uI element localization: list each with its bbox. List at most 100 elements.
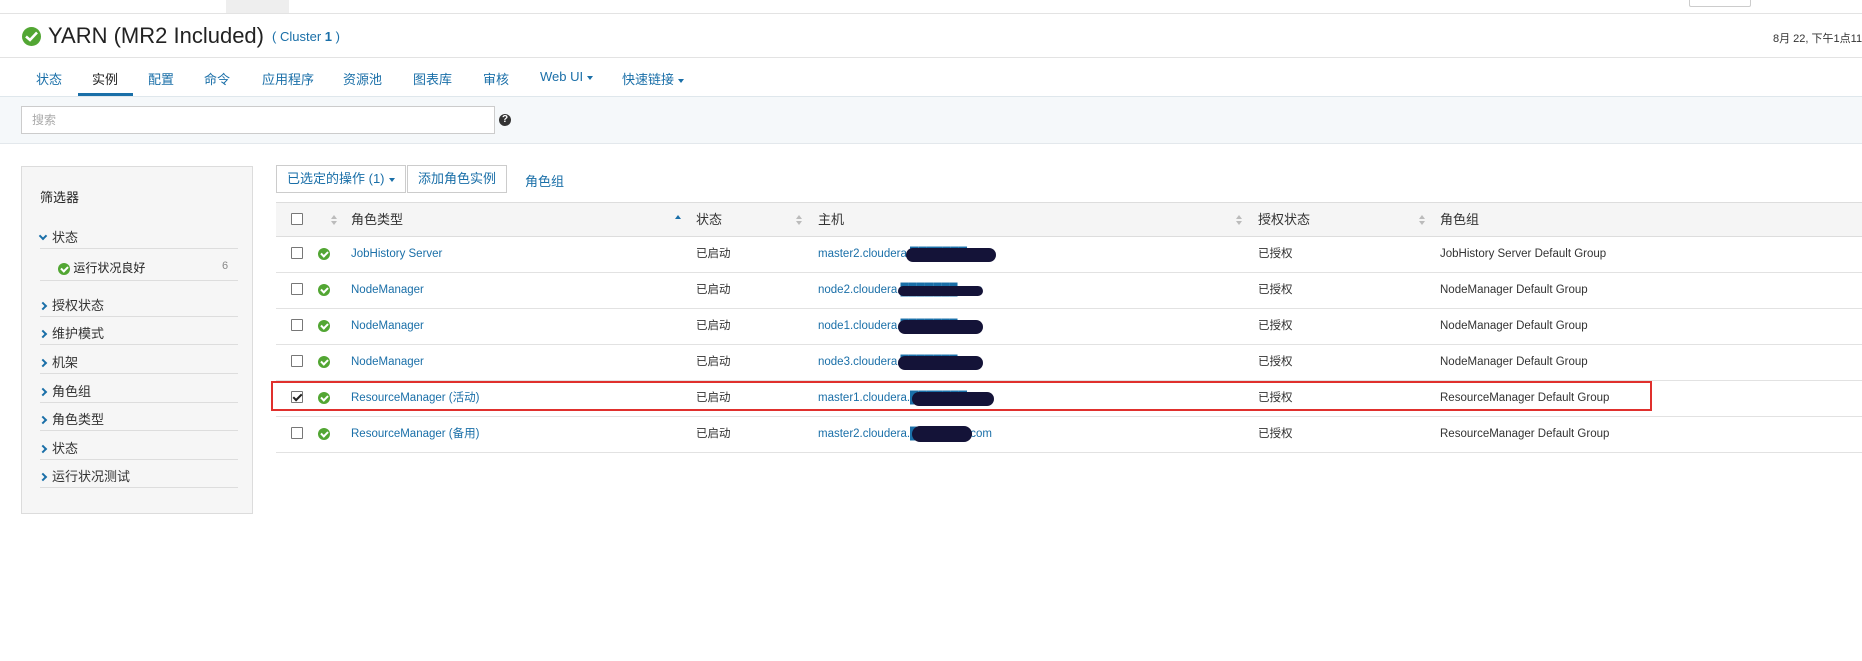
filter-title: 筛选器: [40, 190, 80, 205]
chevron-right-icon: [38, 358, 48, 368]
authorization-text: 已授权: [1258, 428, 1293, 440]
healthy-status-icon: [318, 273, 330, 308]
role-group-text: NodeManager Default Group: [1440, 284, 1588, 296]
redaction-mark: [912, 426, 972, 442]
row-checkbox[interactable]: [291, 247, 303, 259]
tab-status[interactable]: 状态: [36, 69, 62, 88]
status-text: 已启动: [696, 428, 731, 440]
tab-resource-pools[interactable]: 资源池: [343, 69, 382, 88]
sort-icon[interactable]: [796, 215, 802, 225]
role-link[interactable]: JobHistory Server: [351, 237, 442, 272]
chevron-down-icon: [678, 78, 685, 83]
instances-table: 角色类型 状态 主机 授权状态 角色组 JobHistory Server 已启…: [276, 202, 1862, 453]
top-tab-stub[interactable]: [226, 0, 289, 13]
add-role-instances-button[interactable]: 添加角色实例: [407, 165, 508, 193]
role-groups-link[interactable]: 角色组: [525, 171, 564, 190]
role-link[interactable]: NodeManager: [351, 273, 424, 308]
status-text: 已启动: [696, 392, 731, 404]
divider: [40, 280, 238, 281]
timestamp: 8月 22, 下午1点11: [1773, 33, 1862, 45]
status-text: 已启动: [696, 320, 731, 332]
divider: [40, 459, 238, 460]
status-text: 已启动: [696, 356, 731, 368]
top-button-stub[interactable]: [1689, 0, 1751, 7]
divider: [40, 373, 238, 374]
tab-commands[interactable]: 命令: [204, 69, 230, 88]
column-header-authorization[interactable]: 授权状态: [1258, 203, 1310, 237]
healthy-status-icon: [318, 381, 330, 416]
filter-group-rack[interactable]: 机架: [38, 352, 78, 371]
active-tab-indicator: [78, 93, 133, 96]
authorization-text: 已授权: [1258, 248, 1293, 260]
divider: [40, 402, 238, 403]
select-all-checkbox[interactable]: [291, 213, 303, 225]
table-header: 角色类型 状态 主机 授权状态 角色组: [276, 203, 1862, 237]
filter-group-role-group[interactable]: 角色组: [38, 381, 91, 400]
row-checkbox[interactable]: [291, 319, 303, 331]
table-row: NodeManager 已启动 node2.cloudera.███████.c…: [276, 273, 1862, 309]
chevron-down-icon: [388, 177, 395, 182]
role-group-text: NodeManager Default Group: [1440, 320, 1588, 332]
role-link[interactable]: NodeManager: [351, 309, 424, 344]
authorization-text: 已授权: [1258, 356, 1293, 368]
chevron-down-icon: [38, 231, 48, 241]
row-checkbox[interactable]: [291, 391, 303, 403]
row-checkbox[interactable]: [291, 283, 303, 295]
column-header-role-type[interactable]: 角色类型: [351, 203, 403, 237]
role-group-text: NodeManager Default Group: [1440, 356, 1588, 368]
role-link[interactable]: ResourceManager (活动): [351, 381, 479, 416]
tab-quick-links[interactable]: 快速链接: [622, 69, 685, 88]
filter-group-state[interactable]: 状态: [38, 438, 78, 457]
cluster-link[interactable]: ( Cluster 1 ): [272, 29, 340, 44]
tab-configuration[interactable]: 配置: [148, 69, 174, 88]
sort-icon[interactable]: [331, 215, 337, 225]
tab-applications[interactable]: 应用程序: [262, 69, 314, 88]
filter-group-status-expanded[interactable]: 状态: [38, 227, 78, 246]
sort-asc-icon[interactable]: [675, 215, 681, 225]
healthy-status-icon: [318, 309, 330, 344]
filter-option-count: 6: [222, 260, 229, 272]
divider: [40, 344, 238, 345]
column-header-host[interactable]: 主机: [818, 203, 844, 237]
authorization-text: 已授权: [1258, 284, 1293, 296]
tab-audits[interactable]: 审核: [483, 69, 509, 88]
search-input[interactable]: [21, 106, 495, 134]
help-icon[interactable]: ?: [499, 114, 511, 126]
table-row: ResourceManager (活动) 已启动 master1.clouder…: [276, 381, 1862, 417]
filter-group-health-tests[interactable]: 运行状况测试: [38, 466, 130, 485]
role-group-text: JobHistory Server Default Group: [1440, 248, 1607, 260]
tab-instances[interactable]: 实例: [92, 69, 118, 88]
chevron-down-icon: [587, 75, 594, 80]
authorization-text: 已授权: [1258, 320, 1293, 332]
redaction-mark: [906, 248, 996, 262]
column-header-role-group[interactable]: 角色组: [1440, 203, 1479, 237]
healthy-status-icon: [318, 417, 330, 452]
filter-option-healthy[interactable]: 运行状况良好: [58, 259, 145, 276]
selected-actions-button[interactable]: 已选定的操作 (1): [276, 165, 406, 193]
redaction-mark: [898, 356, 983, 370]
healthy-status-icon: [22, 27, 41, 46]
divider: [40, 316, 238, 317]
role-link[interactable]: NodeManager: [351, 345, 424, 380]
sort-icon[interactable]: [1236, 215, 1242, 225]
tab-chart-library[interactable]: 图表库: [413, 69, 452, 88]
table-row: JobHistory Server 已启动 master2.cloudera.█…: [276, 237, 1862, 273]
redaction-mark: [898, 320, 983, 334]
tab-web-ui[interactable]: Web UI: [540, 69, 594, 84]
row-checkbox[interactable]: [291, 427, 303, 439]
filter-panel: 筛选器 状态 运行状况良好 6 授权状态 维护模式 机架 角色组 角色类型 状态…: [21, 166, 253, 514]
filter-group-role-type[interactable]: 角色类型: [38, 409, 104, 428]
role-link[interactable]: ResourceManager (备用): [351, 417, 479, 452]
row-checkbox[interactable]: [291, 355, 303, 367]
filter-group-maintenance[interactable]: 维护模式: [38, 323, 104, 342]
column-header-status[interactable]: 状态: [696, 203, 722, 237]
filter-group-authorization[interactable]: 授权状态: [38, 295, 104, 314]
redaction-mark: [912, 392, 994, 406]
status-text: 已启动: [696, 284, 731, 296]
sort-icon[interactable]: [1419, 215, 1425, 225]
page-title: YARN (MR2 Included): [48, 23, 264, 48]
table-row: NodeManager 已启动 node1.cloudera.███████.c…: [276, 309, 1862, 345]
service-tabs: 状态 实例 配置 命令 应用程序 资源池 图表库 审核 Web UI 快速链接: [0, 58, 1862, 97]
role-group-text: ResourceManager Default Group: [1440, 392, 1610, 404]
healthy-status-icon: [318, 237, 330, 272]
